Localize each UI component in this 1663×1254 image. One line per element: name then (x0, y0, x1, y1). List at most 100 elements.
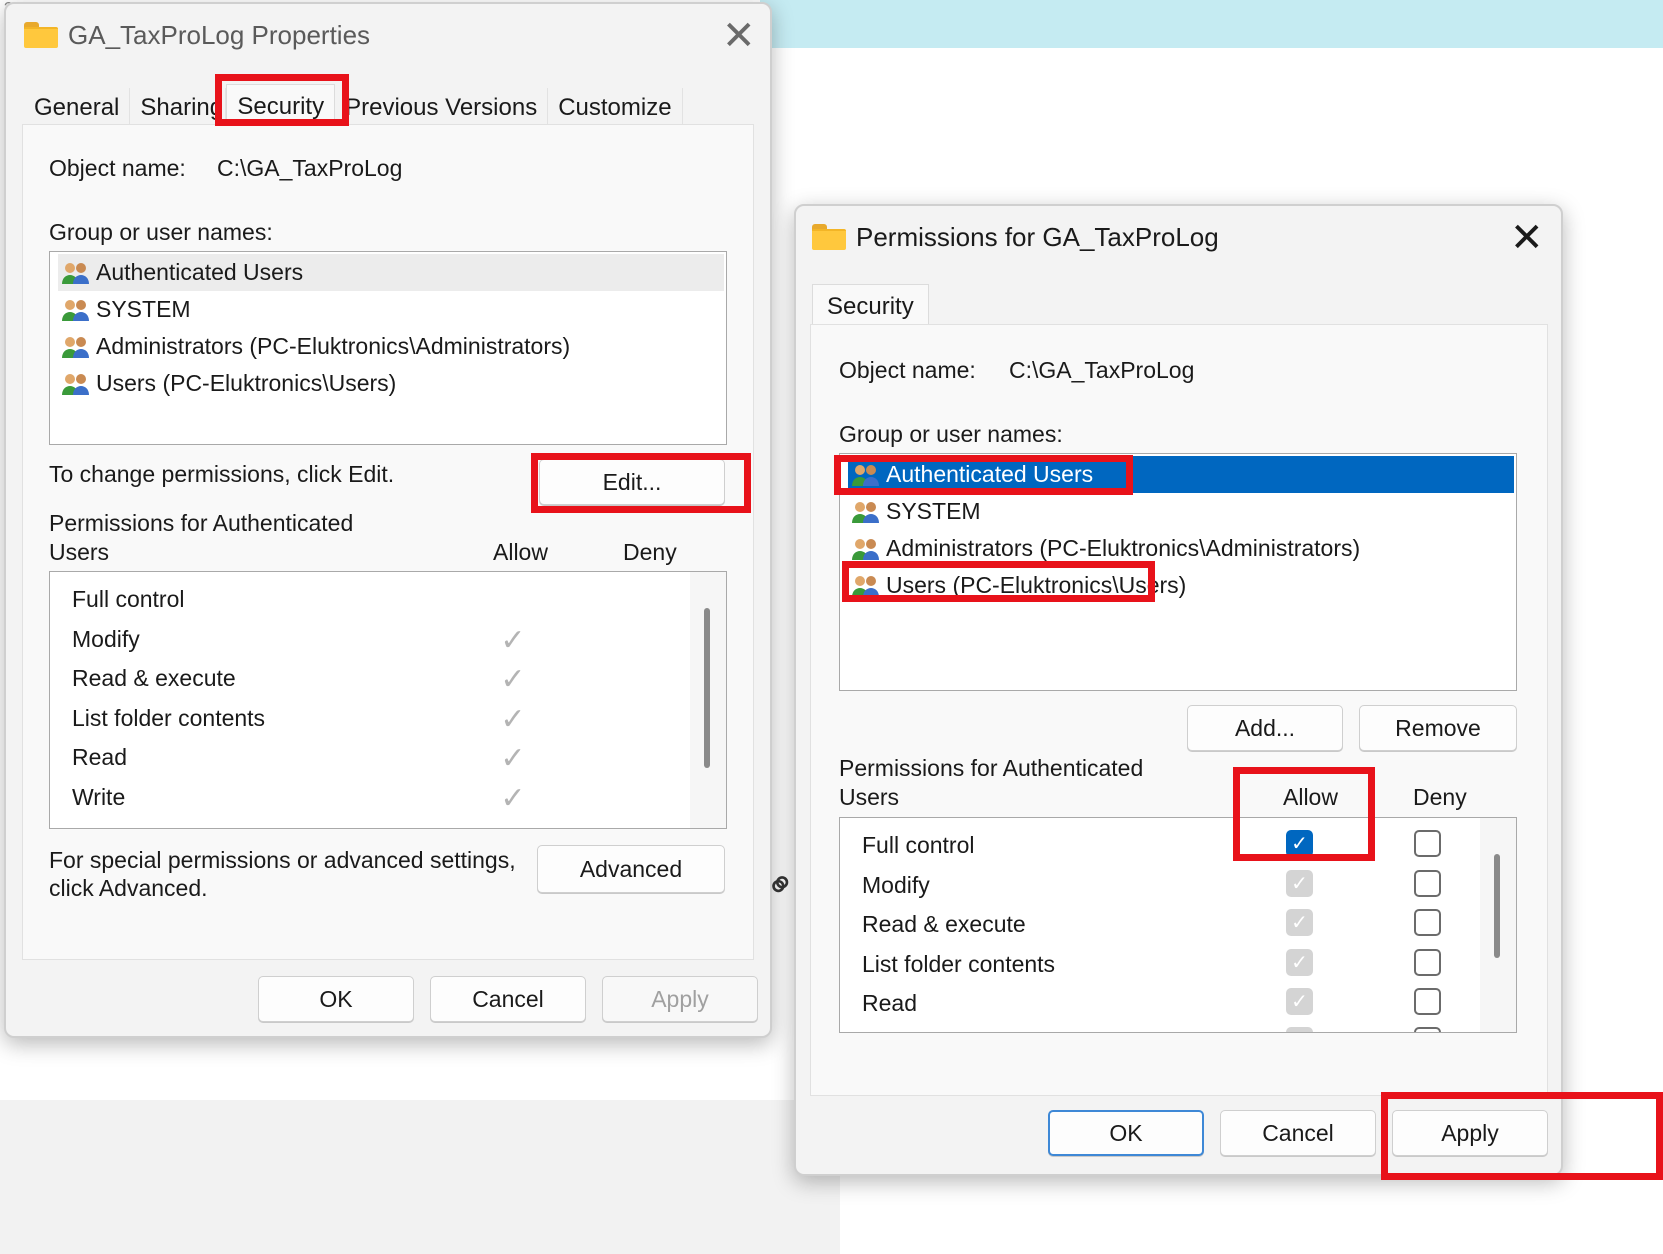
tab-sharing[interactable]: Sharing (130, 88, 227, 128)
title-bar[interactable]: Permissions for GA_TaxProLog ✕ (796, 206, 1561, 276)
user-group-icon (60, 297, 92, 323)
permission-row: Read & execute (862, 911, 1026, 937)
allow-check-icon: ✓ (500, 742, 526, 775)
list-item[interactable]: SYSTEM (848, 493, 1514, 530)
list-item[interactable]: Users (PC-Eluktronics\Users) (58, 365, 724, 402)
group-label: Group or user names: (49, 219, 273, 245)
folder-icon (24, 22, 58, 48)
list-item[interactable]: Authenticated Users (58, 254, 724, 291)
list-item[interactable]: Administrators (PC-Eluktronics\Administr… (848, 530, 1514, 567)
object-name-value: C:\GA_TaxProLog (1009, 357, 1195, 383)
tab-general[interactable]: General (24, 88, 131, 128)
permission-row: Full control (72, 586, 185, 612)
permissions-for-label: Permissions for Authenticated (49, 510, 354, 536)
edit-button[interactable]: Edit... (539, 459, 725, 505)
permissions-list: Full control Modify Read & execute List … (49, 571, 727, 829)
advanced-hint: For special permissions or advanced sett… (49, 847, 516, 873)
tab-previous-versions[interactable]: Previous Versions (335, 88, 549, 128)
window-title: Permissions for GA_TaxProLog (856, 222, 1219, 252)
permission-row: List folder contents (72, 705, 266, 731)
allow-check-icon: ✓ (500, 624, 526, 657)
object-name-label: Object name: (49, 155, 186, 181)
object-name-label: Object name: (839, 357, 976, 383)
list-item[interactable]: Authenticated Users (848, 456, 1514, 493)
background-window-strip (760, 0, 1663, 48)
deny-full-control-checkbox[interactable] (1414, 830, 1441, 857)
list-item[interactable]: Administrators (PC-Eluktronics\Administr… (58, 328, 724, 365)
permission-row: Modify (862, 872, 930, 898)
permissions-for-label: Permissions for Authenticated (839, 755, 1144, 781)
user-group-icon (850, 462, 882, 488)
user-group-icon (60, 371, 92, 397)
folder-icon (812, 224, 846, 250)
check-icon: ✓ (1291, 873, 1308, 895)
apply-button[interactable]: Apply (1392, 1110, 1548, 1156)
allow-read-checkbox[interactable]: ✓ (1286, 988, 1313, 1015)
scrollbar-thumb[interactable] (1494, 854, 1500, 958)
user-group-icon (850, 499, 882, 525)
permission-row: Read & execute (72, 665, 236, 691)
deny-header: Deny (1413, 784, 1467, 810)
deny-list-folder-checkbox[interactable] (1414, 949, 1441, 976)
tab-security[interactable]: Security (812, 284, 929, 328)
allow-check-icon: ✓ (500, 782, 526, 815)
allow-header: Allow (1283, 784, 1338, 810)
tab-customize[interactable]: Customize (548, 88, 683, 128)
permission-row: List folder contents (862, 951, 1056, 977)
deny-read-checkbox[interactable] (1414, 988, 1441, 1015)
close-icon[interactable]: ✕ (1510, 218, 1544, 258)
deny-header: Deny (623, 539, 677, 565)
properties-dialog: GA_TaxProLog Properties ✕ General Sharin… (4, 2, 772, 1038)
allow-modify-checkbox[interactable]: ✓ (1286, 870, 1313, 897)
apply-button[interactable]: Apply (602, 976, 758, 1022)
user-group-icon (60, 334, 92, 360)
tab-bar: General Sharing Security Previous Versio… (24, 84, 683, 128)
allow-write-checkbox[interactable] (1286, 1027, 1313, 1032)
permissions-for-label-cont: Users (49, 539, 110, 565)
permissions-for-label-cont: Users (839, 784, 900, 810)
permission-row: Write (72, 784, 126, 810)
permissions-list: Full control Modify Read & execute List … (839, 817, 1517, 1033)
ok-button[interactable]: OK (258, 976, 414, 1022)
user-group-icon (850, 573, 882, 599)
check-icon: ✓ (1291, 912, 1308, 934)
allow-read-execute-checkbox[interactable]: ✓ (1286, 909, 1313, 936)
title-bar[interactable]: GA_TaxProLog Properties ✕ (6, 4, 770, 68)
list-item[interactable]: SYSTEM (58, 291, 724, 328)
scrollbar-thumb[interactable] (704, 608, 710, 768)
ok-button[interactable]: OK (1048, 1110, 1204, 1156)
permissions-dialog: Permissions for GA_TaxProLog ✕ Security … (794, 204, 1563, 1176)
cancel-button[interactable]: Cancel (1220, 1110, 1376, 1156)
security-panel: Object name: C:\GA_TaxProLog Group or us… (22, 124, 754, 960)
deny-read-execute-checkbox[interactable] (1414, 909, 1441, 936)
check-icon: ✓ (1291, 833, 1308, 855)
close-icon[interactable]: ✕ (722, 16, 756, 56)
advanced-hint-cont: click Advanced. (49, 875, 208, 901)
allow-header: Allow (493, 539, 548, 565)
check-icon: ✓ (1291, 952, 1308, 974)
add-button[interactable]: Add... (1187, 705, 1343, 751)
check-icon: ✓ (1291, 991, 1308, 1013)
list-item[interactable]: Users (PC-Eluktronics\Users) (848, 567, 1514, 604)
security-panel: Object name: C:\GA_TaxProLog Group or us… (810, 324, 1548, 1096)
user-list[interactable]: Authenticated Users SYSTEM Administrator… (839, 453, 1517, 691)
advanced-button[interactable]: Advanced (537, 845, 725, 893)
deny-modify-checkbox[interactable] (1414, 870, 1441, 897)
background-strip (0, 1100, 840, 1254)
tab-security[interactable]: Security (226, 84, 336, 128)
remove-button[interactable]: Remove (1359, 705, 1517, 751)
window-title: GA_TaxProLog Properties (68, 20, 371, 50)
change-hint: To change permissions, click Edit. (49, 461, 395, 487)
permission-row: Full control (862, 832, 975, 858)
permission-row: Modify (72, 626, 140, 652)
user-group-icon (850, 536, 882, 562)
cancel-button[interactable]: Cancel (430, 976, 586, 1022)
deny-write-checkbox[interactable] (1414, 1027, 1441, 1032)
allow-full-control-checkbox[interactable]: ✓ (1286, 830, 1313, 857)
user-list[interactable]: Authenticated Users SYSTEM Administrator… (49, 251, 727, 445)
permission-row: Read (862, 990, 917, 1016)
allow-check-icon: ✓ (500, 703, 526, 736)
allow-check-icon: ✓ (500, 663, 526, 696)
user-group-icon (60, 260, 92, 286)
allow-list-folder-checkbox[interactable]: ✓ (1286, 949, 1313, 976)
